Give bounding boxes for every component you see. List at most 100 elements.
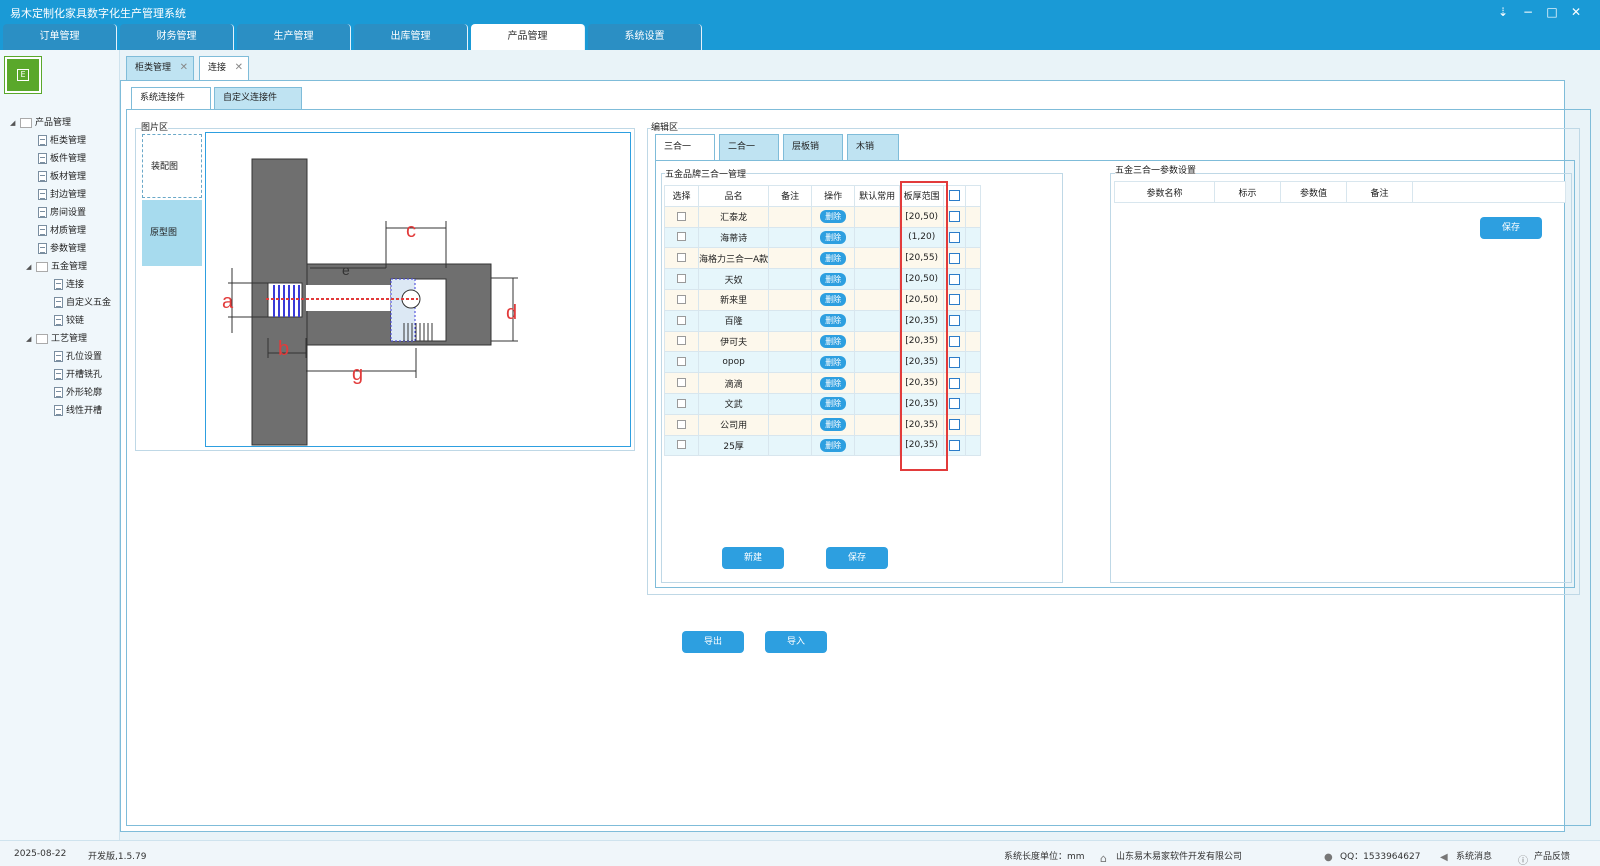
- tree-item-product-management[interactable]: ◢ 产品管理: [10, 115, 71, 131]
- delete-button[interactable]: 删除: [820, 376, 847, 390]
- tab-shelf-pin[interactable]: 层板销: [783, 134, 843, 160]
- tree-item-parameter-management[interactable]: 参数管理: [38, 241, 86, 257]
- import-button[interactable]: 导入: [765, 631, 827, 653]
- row-flag-checkbox[interactable]: [949, 315, 961, 327]
- delete-button[interactable]: 删除: [820, 272, 847, 286]
- delete-button[interactable]: 删除: [820, 210, 847, 224]
- tree-item-custom-hardware[interactable]: 自定义五金: [54, 295, 111, 311]
- tab-system-connectors[interactable]: 系统连接件: [131, 87, 211, 109]
- product-feedback-link[interactable]: ⓘ 产品反馈: [1518, 849, 1570, 866]
- tab-product-management[interactable]: 产品管理: [471, 24, 585, 50]
- row-checkbox[interactable]: [677, 274, 686, 284]
- row-flag-checkbox[interactable]: [949, 398, 961, 410]
- row-checkbox[interactable]: [677, 357, 686, 367]
- system-messages-link[interactable]: ◀ 系统消息: [1440, 849, 1492, 863]
- content-tab-cabinet-management[interactable]: 柜类管理 ✕: [126, 56, 194, 80]
- tree-expand-icon[interactable]: ◢: [26, 259, 36, 275]
- delete-button[interactable]: 删除: [820, 355, 847, 369]
- row-flag-checkbox[interactable]: [949, 252, 961, 264]
- save-param-button[interactable]: 保存: [1480, 217, 1542, 239]
- delete-button[interactable]: 删除: [820, 438, 847, 452]
- row-checkbox[interactable]: [677, 315, 686, 325]
- tree-item-slot-milling[interactable]: 开槽铣孔: [54, 367, 102, 383]
- tree-item-board-management[interactable]: 板材管理: [38, 169, 86, 185]
- tab-finance-management[interactable]: 财务管理: [120, 24, 234, 50]
- row-checkbox[interactable]: [677, 440, 686, 450]
- close-icon[interactable]: ✕: [1566, 3, 1586, 21]
- delete-button[interactable]: 删除: [820, 251, 847, 265]
- delete-button[interactable]: 删除: [820, 314, 847, 328]
- row-checkbox[interactable]: [677, 378, 686, 388]
- title-bar: 易木定制化家具数字化生产管理系统 ⇣ − □ ✕: [0, 0, 1600, 24]
- tree-item-process-management[interactable]: ◢ 工艺管理: [26, 331, 87, 347]
- new-button[interactable]: 新建: [722, 547, 784, 569]
- export-button[interactable]: 导出: [682, 631, 744, 653]
- row-flag-checkbox[interactable]: [949, 419, 961, 431]
- assembly-view-button[interactable]: 装配图: [142, 134, 202, 198]
- tree-item-edge-management[interactable]: 封边管理: [38, 187, 86, 203]
- info-icon: ⓘ: [1518, 855, 1528, 866]
- row-flag-checkbox[interactable]: [949, 211, 961, 223]
- row-flag-checkbox[interactable]: [949, 335, 961, 347]
- tree-expand-icon[interactable]: ◢: [26, 331, 36, 347]
- row-remark: [768, 309, 813, 332]
- row-checkbox[interactable]: [677, 398, 686, 408]
- maximize-icon[interactable]: □: [1542, 3, 1562, 21]
- row-default: [854, 413, 901, 436]
- menu-dropdown-icon[interactable]: ⇣: [1493, 3, 1513, 21]
- tree-item-hardware-management[interactable]: ◢ 五金管理: [26, 259, 87, 275]
- connector-diagram-svg: a b c d e g: [222, 158, 518, 446]
- minimize-icon[interactable]: −: [1518, 3, 1538, 21]
- row-flag-checkbox[interactable]: [949, 273, 961, 285]
- row-checkbox[interactable]: [677, 336, 686, 346]
- row-flag-checkbox[interactable]: [949, 294, 961, 306]
- row-flag-checkbox[interactable]: [949, 377, 961, 389]
- tab-three-in-one[interactable]: 三合一: [655, 134, 715, 160]
- row-flag-checkbox[interactable]: [949, 439, 961, 451]
- delete-button[interactable]: 删除: [820, 418, 847, 432]
- tree-item-linear-slot[interactable]: 线性开槽: [54, 403, 102, 419]
- row-checkbox[interactable]: [677, 419, 686, 429]
- row-flag-checkbox[interactable]: [949, 356, 961, 368]
- tree-item-hole-settings[interactable]: 孔位设置: [54, 349, 102, 365]
- tree-item-room-settings[interactable]: 房间设置: [38, 205, 86, 221]
- tree-expand-icon[interactable]: ◢: [10, 115, 20, 131]
- prototype-view-button[interactable]: 原型图: [142, 200, 202, 266]
- delete-button[interactable]: 删除: [820, 293, 847, 307]
- tree-item-hinge[interactable]: 铰链: [54, 313, 84, 329]
- close-tab-icon[interactable]: ✕: [180, 57, 188, 79]
- delete-button[interactable]: 删除: [820, 334, 847, 348]
- row-checkbox[interactable]: [677, 253, 686, 263]
- tab-custom-connectors[interactable]: 自定义连接件: [214, 87, 302, 109]
- delete-button[interactable]: 删除: [820, 230, 847, 244]
- tab-order-management[interactable]: 订单管理: [3, 24, 117, 50]
- row-select-cell: [664, 413, 699, 436]
- status-unit: 系统长度单位：mm: [1004, 852, 1085, 862]
- select-all-checkbox[interactable]: [949, 190, 961, 202]
- row-checkbox[interactable]: [677, 294, 686, 304]
- tab-wood-dowel[interactable]: 木销: [847, 134, 899, 160]
- row-checkbox[interactable]: [677, 211, 686, 221]
- tree-item-panel-management[interactable]: 板件管理: [38, 151, 86, 167]
- tab-production-management[interactable]: 生产管理: [237, 24, 351, 50]
- tab-two-in-one[interactable]: 二合一: [719, 134, 779, 160]
- tree-item-material-management[interactable]: 材质管理: [38, 223, 86, 239]
- tree-item-connection[interactable]: 连接: [54, 277, 84, 293]
- row-name: 海蒂诗: [697, 226, 770, 249]
- tree-item-outline[interactable]: 外形轮廓: [54, 385, 102, 401]
- row-default: [854, 351, 901, 374]
- row-spacer: [965, 205, 982, 228]
- tree-item-cabinet-management[interactable]: 柜类管理: [38, 133, 86, 149]
- col-param-mark: 标示: [1214, 181, 1281, 203]
- row-default: [854, 205, 901, 228]
- tab-system-settings[interactable]: 系统设置: [588, 24, 702, 50]
- content-tab-connection[interactable]: 连接 ✕: [199, 56, 249, 80]
- row-checkbox[interactable]: [677, 232, 686, 242]
- tab-outbound-management[interactable]: 出库管理: [354, 24, 468, 50]
- save-brand-button[interactable]: 保存: [826, 547, 888, 569]
- row-select-cell: [664, 351, 699, 374]
- row-operation-cell: 删除: [811, 434, 856, 457]
- delete-button[interactable]: 删除: [820, 397, 847, 411]
- close-tab-icon[interactable]: ✕: [235, 57, 243, 79]
- row-flag-checkbox[interactable]: [949, 231, 961, 243]
